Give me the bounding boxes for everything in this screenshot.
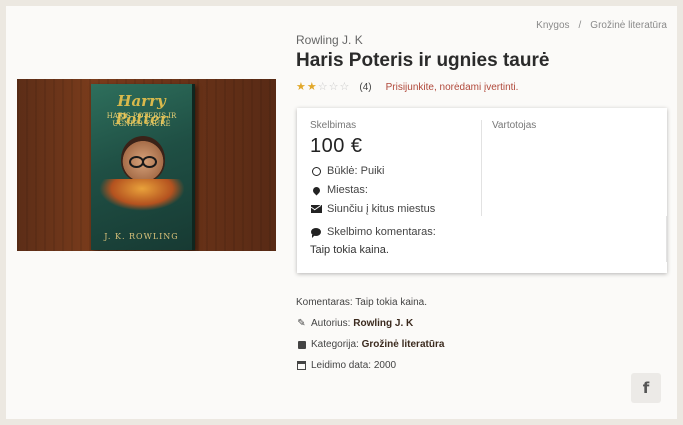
pencil-icon: ✎ (297, 318, 306, 329)
shipping-text: Siunčiu į kitus miestus (327, 203, 436, 215)
product-page: Knygos / Grožinė literatūra Harry Potter H… (6, 6, 677, 419)
user-section: Vartotojas (492, 120, 536, 131)
circle-icon (310, 166, 322, 176)
star-filled-icon[interactable]: ★ (296, 82, 306, 93)
calendar-icon (296, 361, 307, 370)
meta-category: Kategorija: Grožinė literatūra (296, 339, 444, 350)
price: 100 € (310, 135, 363, 157)
rating-row: ★ ★ ☆ ☆ ☆ (4) Prisijunkite, norėdami įvertin… (296, 82, 519, 94)
card-scrollbar-edge (666, 216, 667, 262)
ad-details: Skelbimas 100 € Būklė: Puiki Miestas: Si… (310, 120, 482, 215)
shipping-row: Siunčiu į kitus miestus (310, 203, 482, 215)
book-cover-image[interactable]: Harry Potter HARIS POTERIS IR UGNIES TAU… (17, 79, 276, 251)
meta-comment: Komentaras: Taip tokia kaina. (296, 297, 444, 308)
cover-author: J. K. ROWLING (104, 232, 179, 241)
meta-author: ✎ Autorius: Rowling J. K (296, 318, 444, 329)
condition-row: Būklė: Puiki (310, 165, 482, 177)
rating-login-link[interactable]: Prisijunkite, norėdami įvertinti. (386, 82, 519, 93)
book-meta: Komentaras: Taip tokia kaina. ✎ Autorius… (296, 297, 444, 381)
facebook-share-button[interactable]: f (631, 373, 661, 403)
meta-comment-text: Komentaras: Taip tokia kaina. (296, 297, 428, 308)
ad-label: Skelbimas (310, 120, 357, 131)
meta-date: Leidimo data: 2000 (296, 360, 444, 371)
ad-card: Skelbimas 100 € Būklė: Puiki Miestas: Si… (297, 108, 667, 273)
envelope-icon (310, 205, 322, 213)
condition-text: Būklė: Puiki (327, 165, 385, 177)
comment-label: Skelbimo komentaras: (327, 226, 436, 238)
star-empty-icon[interactable]: ☆ (340, 82, 350, 93)
book: Harry Potter HARIS POTERIS IR UGNIES TAU… (91, 84, 195, 250)
meta-date-label: Leidimo data: (311, 360, 372, 371)
comment-icon (310, 228, 322, 238)
map-pin-icon (310, 185, 322, 195)
city-row: Miestas: (310, 184, 482, 196)
star-empty-icon[interactable]: ☆ (318, 82, 328, 93)
page-title: Haris Poteris ir ugnies taurė (296, 50, 550, 71)
user-label: Vartotojas (492, 120, 537, 131)
breadcrumb-item-category[interactable]: Grožinė literatūra (590, 20, 667, 31)
breadcrumb-separator: / (578, 20, 582, 31)
cover-illustration-fire (99, 179, 185, 211)
facebook-icon: f (642, 379, 650, 397)
city-text: Miestas: (327, 184, 368, 196)
meta-category-link[interactable]: Grožinė literatūra (362, 339, 445, 350)
meta-date-value: 2000 (373, 360, 397, 371)
category-icon (296, 340, 307, 349)
star-filled-icon[interactable]: ★ (307, 82, 317, 93)
ad-comment: Skelbimo komentaras: Taip tokia kaina. (310, 226, 436, 256)
breadcrumb: Knygos / Grožinė literatūra (536, 20, 667, 31)
comment-label-row: Skelbimo komentaras: (310, 226, 436, 238)
meta-category-label: Kategorija: (311, 339, 359, 350)
breadcrumb-item-knygos[interactable]: Knygos (536, 20, 569, 31)
star-empty-icon[interactable]: ☆ (329, 82, 339, 93)
meta-author-link[interactable]: Rowling J. K (353, 318, 413, 329)
comment-text: Taip tokia kaina. (310, 244, 389, 256)
rating-count: (4) (359, 82, 372, 93)
meta-author-label: Autorius: (311, 318, 351, 329)
listing-author: Rowling J. K (296, 33, 363, 47)
star-rating[interactable]: ★ ★ ☆ ☆ ☆ (296, 82, 349, 93)
card-divider (481, 120, 482, 216)
cover-illustration-face (121, 136, 165, 182)
cover-subtitle: HARIS POTERIS IR UGNIES TAURĖ (106, 112, 177, 128)
